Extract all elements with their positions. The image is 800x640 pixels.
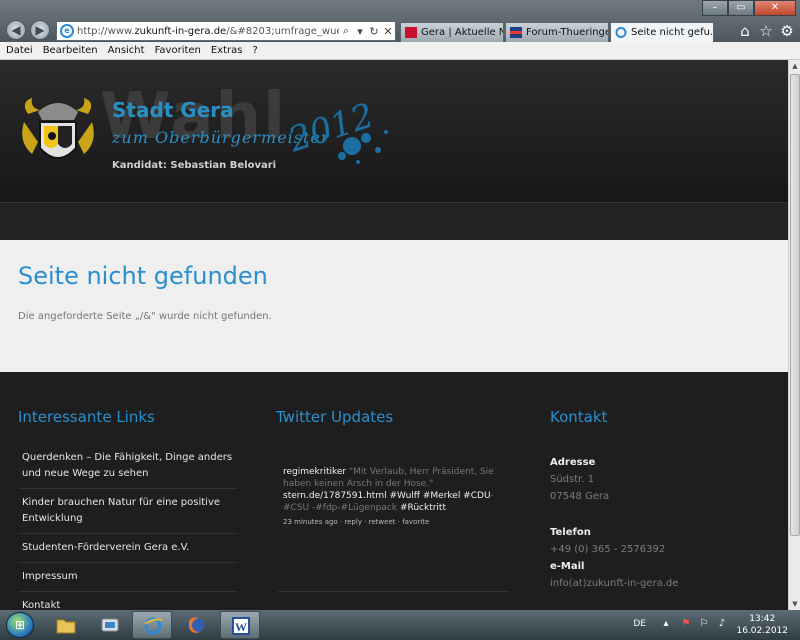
contact-heading: Kontakt	[550, 408, 608, 426]
links-heading: Interessante Links	[18, 408, 155, 426]
start-button[interactable]: ⊞	[6, 612, 34, 638]
language-indicator[interactable]: DE	[633, 619, 646, 629]
coat-of-arms-icon[interactable]	[18, 92, 98, 172]
window-controls: – ▭ ✕	[702, 0, 796, 16]
search-icon[interactable]: ⌕	[339, 24, 353, 38]
address-label: Adresse	[550, 457, 596, 468]
maximize-button[interactable]: ▭	[728, 0, 754, 16]
site-footer: Interessante Links Querdenken – Die Fähi…	[0, 372, 788, 610]
site-title[interactable]: Stadt Gera	[112, 98, 234, 122]
address-street: Südstr. 1	[550, 474, 595, 485]
tweet-link[interactable]: stern.de/1787591.html	[283, 491, 387, 501]
tab-favicon-icon	[510, 27, 522, 38]
scroll-up-icon[interactable]: ▲	[789, 60, 800, 72]
clock[interactable]: 13:42 16.02.2012	[736, 613, 788, 637]
phone-label: Telefon	[550, 527, 591, 538]
link-kontakt[interactable]: Kontakt	[18, 592, 238, 610]
tweet-time[interactable]: 23 minutes ago	[283, 518, 338, 526]
tab-favicon-icon	[615, 27, 627, 38]
tweet: regimekritiker "Mit Verlaub, Herr Präsid…	[283, 466, 511, 528]
tab-forum[interactable]: Forum-Thueringen...	[505, 22, 609, 42]
svg-text:W: W	[235, 620, 247, 634]
tweet-divider	[278, 591, 510, 592]
clock-date: 16.02.2012	[736, 626, 788, 636]
link-studenten-foerderverein[interactable]: Studenten-Förderverein Gera e.V.	[18, 534, 238, 563]
taskbar: ⊞ W DE ▴ ⚑ ⚐ ♪ 13:42 16.02.2012	[0, 610, 800, 640]
tab-active[interactable]: Seite nicht gefu... ✕	[610, 22, 714, 42]
menu-extras[interactable]: Extras	[211, 45, 243, 56]
menu-bar: Datei Bearbeiten Ansicht Favoriten Extra…	[0, 42, 800, 60]
email-address: info(at)zukunft-in-gera.de	[550, 578, 679, 589]
media-icon	[101, 618, 119, 632]
tweet-retweet[interactable]: retweet	[369, 518, 396, 526]
system-tray: DE ▴ ⚑ ⚐ ♪ 13:42 16.02.2012	[616, 610, 796, 640]
menu-bearbeiten[interactable]: Bearbeiten	[43, 45, 98, 56]
tab-favicon-icon	[405, 27, 417, 38]
ie-icon: e	[60, 24, 74, 38]
link-querdenken[interactable]: Querdenken – Die Fähigkeit, Dinge anders…	[18, 444, 238, 489]
tab-gera[interactable]: Gera | Aktuelle Na...	[400, 22, 504, 42]
show-hidden-icons-icon[interactable]: ▴	[660, 618, 672, 630]
menu-favoriten[interactable]: Favoriten	[155, 45, 201, 56]
email-label: e-Mail	[550, 561, 585, 572]
screen: { "browser": { "url_prefix": "http://www…	[0, 0, 800, 640]
action-center-icon[interactable]: ⚐	[698, 618, 710, 630]
taskbar-word[interactable]: W	[220, 611, 260, 639]
nav-band	[0, 202, 788, 240]
error-message: Die angeforderte Seite „/&" wurde nicht …	[18, 311, 272, 322]
network-warning-icon[interactable]: ⚑	[680, 618, 692, 630]
ie-icon	[144, 617, 163, 635]
taskbar-explorer[interactable]	[46, 611, 86, 639]
volume-icon[interactable]: ♪	[716, 618, 728, 630]
close-window-button[interactable]: ✕	[754, 0, 796, 16]
main-content: Seite nicht gefunden Die angeforderte Se…	[0, 240, 788, 372]
taskbar-ie[interactable]	[132, 611, 172, 639]
tweet-meta: 23 minutes ago · reply · retweet · favor…	[283, 518, 430, 526]
address-city: 07548 Gera	[550, 491, 610, 502]
site-header: Wahl Stadt Gera zum Oberbürgermeister 20…	[0, 60, 788, 202]
minimize-button[interactable]: –	[702, 0, 728, 16]
folder-icon	[56, 619, 76, 634]
address-url[interactable]: http://www.zukunft-in-gera.de/&#8203;umf…	[77, 26, 339, 37]
gear-icon[interactable]: ⚙	[778, 22, 796, 40]
address-bar[interactable]: e http://www.zukunft-in-gera.de/&#8203;u…	[56, 21, 396, 41]
phone-number: +49 (0) 365 - 2576392	[550, 544, 666, 555]
link-impressum[interactable]: Impressum	[18, 563, 238, 592]
back-button[interactable]: ◀	[6, 20, 26, 40]
refresh-icon[interactable]: ↻	[367, 25, 381, 38]
taskbar-media[interactable]	[90, 611, 130, 639]
vertical-scrollbar[interactable]: ▲ ▼	[788, 60, 800, 610]
page-title: Seite nicht gefunden	[18, 262, 268, 290]
web-page: Wahl Stadt Gera zum Oberbürgermeister 20…	[0, 60, 788, 610]
menu-datei[interactable]: Datei	[6, 45, 33, 56]
candidate-name: Kandidat: Sebastian Belovari	[112, 160, 277, 171]
taskbar-firefox[interactable]	[176, 611, 216, 639]
tweet-hashtags[interactable]: #Wulff #Merkel #CDU	[389, 491, 490, 501]
contact-block: Adresse Südstr. 1 07548 Gera Telefon +49…	[550, 454, 770, 592]
browser-chrome: – ▭ ✕ ◀ ▶ e http://www.zukunft-in-gera.d…	[0, 0, 800, 42]
tweet-favorite[interactable]: favorite	[402, 518, 429, 526]
tweet-reply[interactable]: reply	[344, 518, 362, 526]
scrollbar-thumb[interactable]	[790, 74, 800, 536]
favorites-star-icon[interactable]: ☆	[757, 22, 775, 40]
tweet-hashtag-ruecktritt[interactable]: #Rücktritt	[400, 503, 446, 513]
tweet-user[interactable]: regimekritiker	[283, 467, 346, 477]
link-kinder-natur[interactable]: Kinder brauchen Natur für eine positive …	[18, 489, 238, 534]
clock-time: 13:42	[749, 614, 776, 624]
dropdown-icon[interactable]: ▾	[353, 25, 367, 38]
firefox-icon	[188, 617, 204, 633]
stop-icon[interactable]: ✕	[381, 25, 395, 38]
twitter-heading: Twitter Updates	[276, 408, 394, 426]
ink-splash-decoration	[338, 130, 388, 164]
word-icon: W	[232, 617, 250, 635]
menu-help[interactable]: ?	[253, 45, 258, 56]
home-icon[interactable]: ⌂	[736, 22, 754, 40]
forward-button[interactable]: ▶	[30, 20, 50, 40]
links-list: Querdenken – Die Fähigkeit, Dinge anders…	[18, 444, 238, 610]
scroll-down-icon[interactable]: ▼	[789, 598, 800, 610]
menu-ansicht[interactable]: Ansicht	[108, 45, 145, 56]
